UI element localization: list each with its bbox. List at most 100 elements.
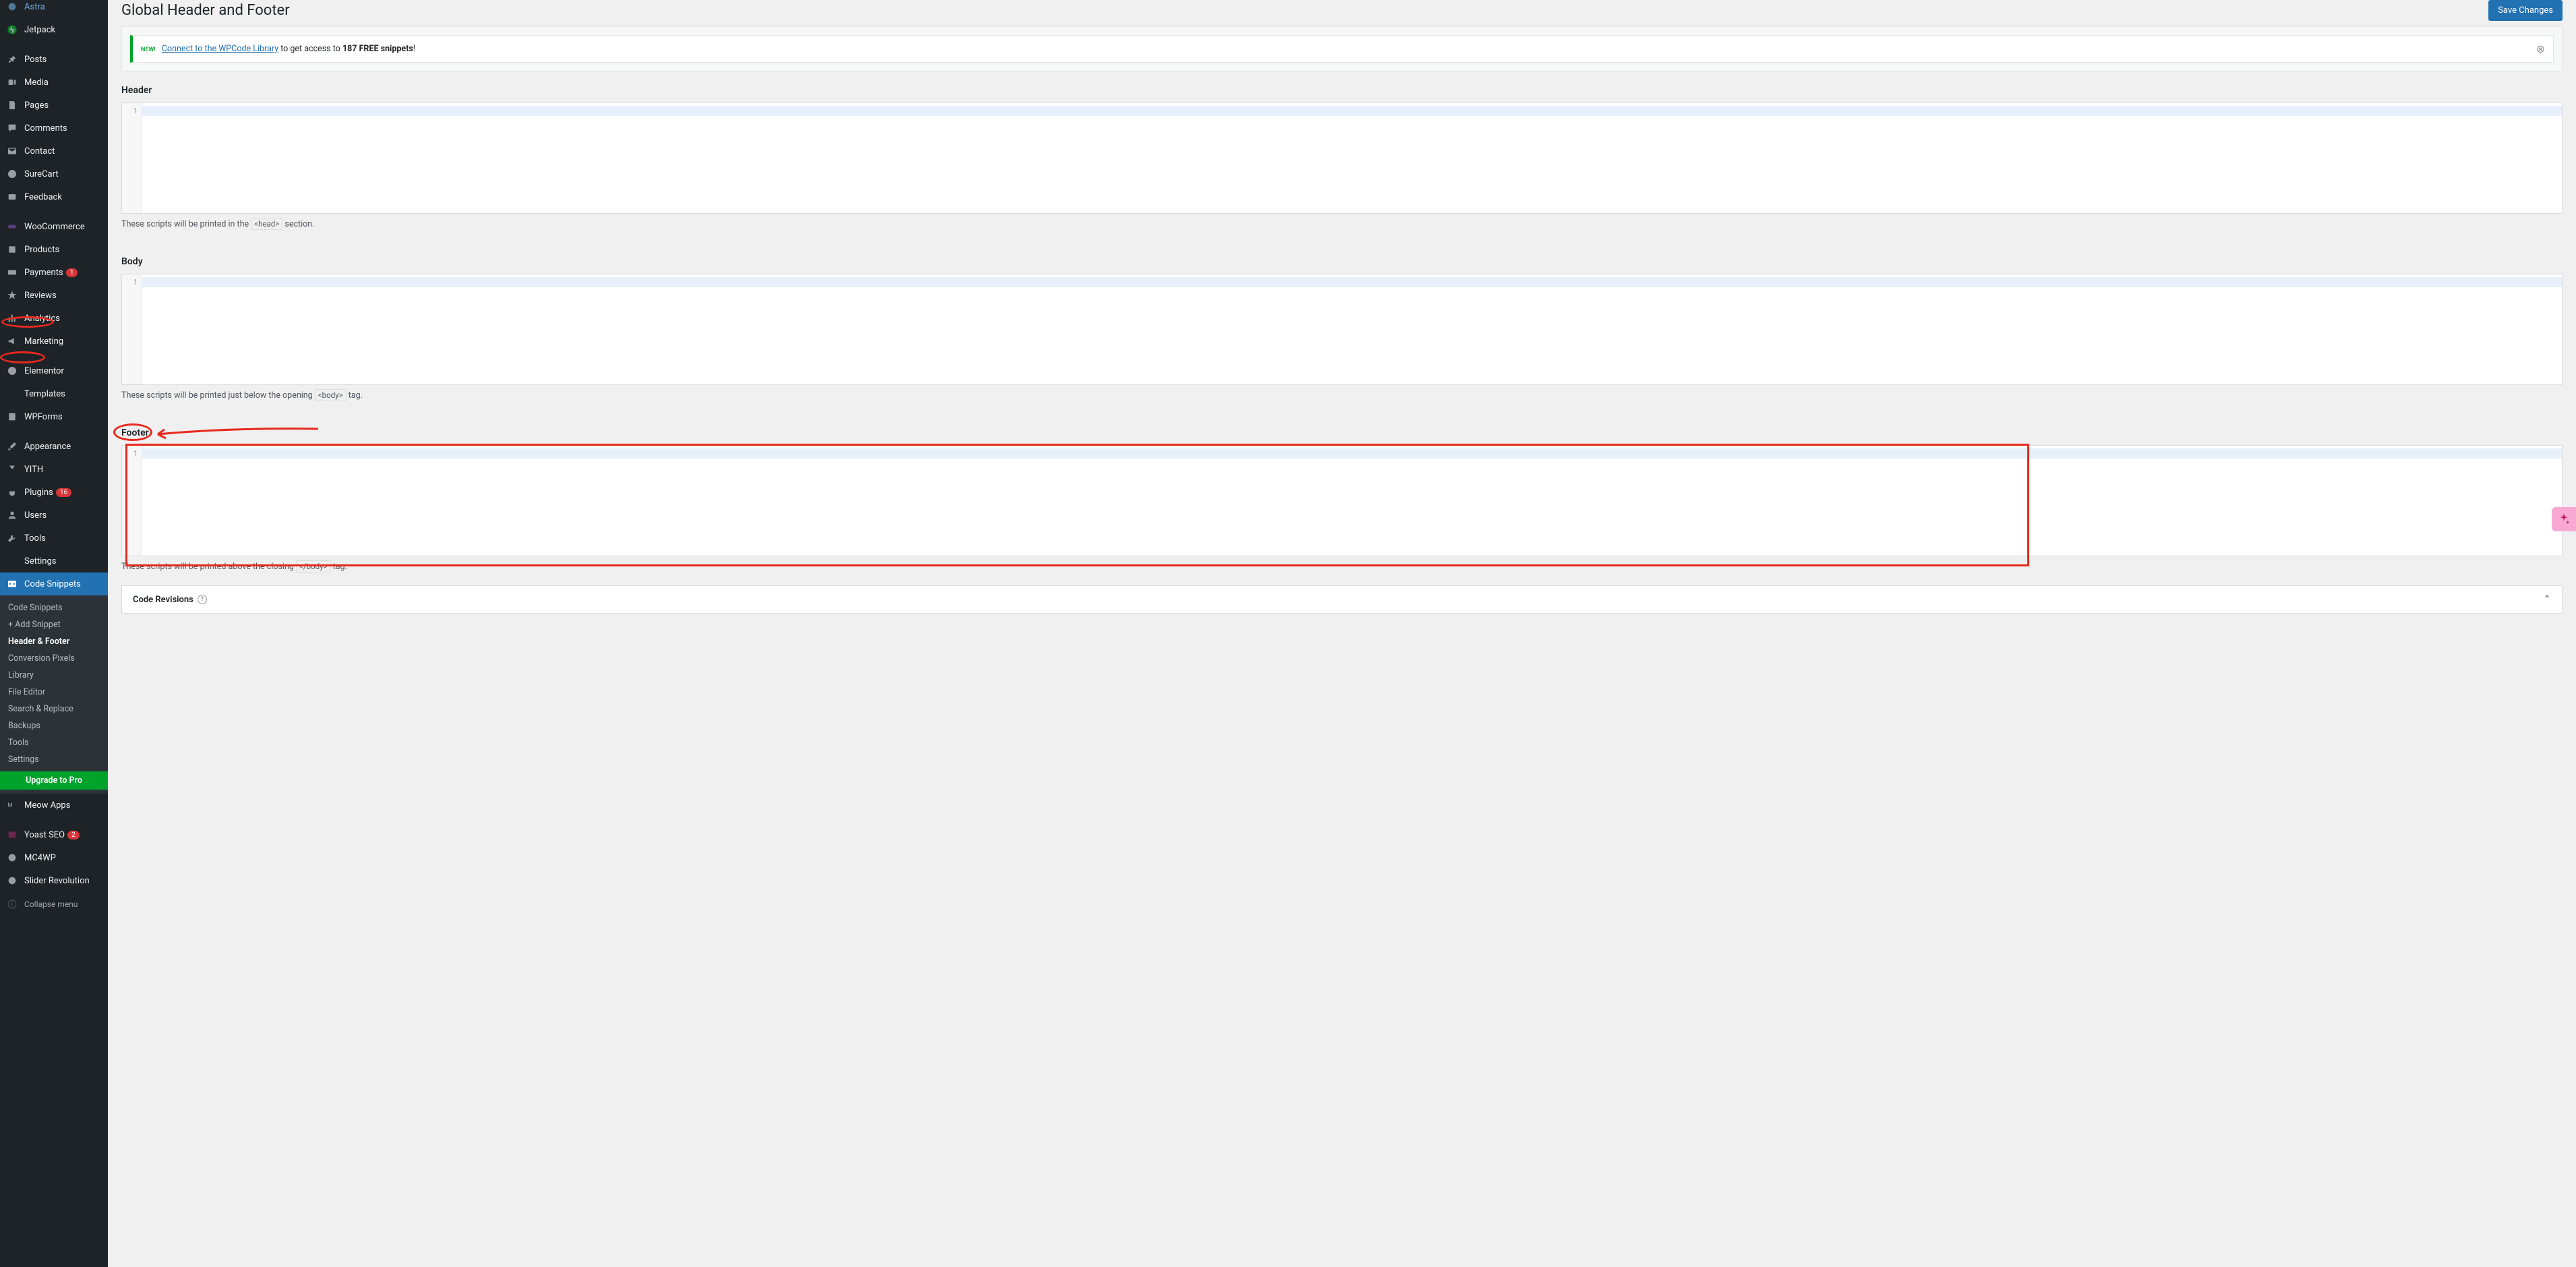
sidebar-item-analytics[interactable]: Analytics: [0, 307, 108, 330]
sidebar-item-appearance[interactable]: Appearance: [0, 435, 108, 458]
submenu-file-editor[interactable]: File Editor: [0, 684, 108, 701]
sidebar-item-label: Media: [24, 78, 49, 88]
sidebar-item-pages[interactable]: Pages: [0, 94, 108, 117]
settings-icon: [5, 554, 19, 568]
sidebar-item-label: Reviews: [24, 291, 57, 301]
astra-icon: [5, 0, 19, 13]
header-help-text: These scripts will be printed in the <he…: [121, 214, 2563, 229]
sidebar-item-settings[interactable]: Settings: [0, 550, 108, 572]
sidebar-item-marketing[interactable]: Marketing: [0, 330, 108, 353]
chevron-up-icon[interactable]: ⌃: [2543, 594, 2551, 605]
submenu-code-snippets[interactable]: Code Snippets: [0, 599, 108, 616]
submenu-tools[interactable]: Tools: [0, 734, 108, 751]
sidebar-item-contact[interactable]: Contact: [0, 140, 108, 163]
header-section: Header 1 These scripts will be printed i…: [121, 71, 2563, 243]
sidebar-item-label: Slider Revolution: [24, 876, 90, 886]
sidebar-item-label: Marketing: [24, 336, 63, 347]
sidebar-item-woocommerce[interactable]: WooCommerce: [0, 215, 108, 238]
sidebar-item-label: Contact: [24, 146, 55, 156]
mail-icon: [5, 144, 19, 158]
body-section-title: Body: [121, 243, 2563, 274]
sidebar-item-label: Jetpack: [24, 25, 55, 35]
analytics-icon: [5, 312, 19, 325]
yith-icon: [5, 463, 19, 476]
sidebar-item-yoast[interactable]: Yoast SEO 2: [0, 823, 108, 846]
body-gutter: 1: [122, 274, 142, 384]
body-code-area[interactable]: [142, 274, 2562, 384]
sidebar-item-yith[interactable]: YITH: [0, 458, 108, 481]
help-icon[interactable]: ?: [198, 595, 207, 604]
sidebar-item-media[interactable]: Media: [0, 71, 108, 94]
sidebar-item-wpforms[interactable]: WPForms: [0, 405, 108, 428]
collapse-icon: [5, 897, 19, 911]
accordion-title: Code Revisions ?: [133, 595, 207, 605]
sidebar-item-plugins[interactable]: Plugins 16: [0, 481, 108, 504]
header-section-title: Header: [121, 71, 2563, 102]
sidebar-item-elementor[interactable]: Elementor: [0, 359, 108, 382]
main-content: Global Header and Footer Save Changes NE…: [108, 0, 2576, 1267]
sidebar-item-mc4wp[interactable]: MC4WP: [0, 846, 108, 869]
sidebar-item-label: Analytics: [24, 314, 60, 324]
sidebar-item-label: Templates: [24, 389, 65, 399]
sidebar-item-tools[interactable]: Tools: [0, 527, 108, 550]
submenu-header-footer[interactable]: Header & Footer: [0, 633, 108, 650]
sidebar-item-feedback[interactable]: Feedback: [0, 185, 108, 208]
submenu-search-replace[interactable]: Search & Replace: [0, 701, 108, 717]
sidebar-item-surecart[interactable]: SureCart: [0, 163, 108, 185]
sidebar-item-users[interactable]: Users: [0, 504, 108, 527]
yoast-badge: 2: [67, 831, 80, 839]
floating-help-button[interactable]: [2552, 507, 2576, 531]
sidebar-item-meow-apps[interactable]: M Meow Apps: [0, 794, 108, 817]
head-tag-code: <head>: [251, 218, 282, 230]
submenu-upgrade-pro[interactable]: Upgrade to Pro: [0, 771, 108, 790]
woo-icon: [5, 220, 19, 233]
header-gutter: 1: [122, 103, 142, 213]
footer-code-editor[interactable]: 1: [121, 445, 2563, 556]
sidebar-item-label: Payments: [24, 268, 63, 278]
sidebar-item-products[interactable]: Products: [0, 238, 108, 261]
plugin-icon: [5, 485, 19, 499]
star-icon: [5, 289, 19, 302]
save-changes-button[interactable]: Save Changes: [2488, 0, 2563, 21]
sidebar-item-label: Tools: [24, 533, 46, 543]
code-revisions-accordion[interactable]: Code Revisions ? ⌃: [121, 585, 2563, 614]
notice-content: NEW! Connect to the WPCode Library to ge…: [141, 44, 415, 54]
marketing-icon: [5, 334, 19, 348]
sidebar-item-slider-revolution[interactable]: Slider Revolution: [0, 869, 108, 892]
sidebar-item-templates[interactable]: Templates: [0, 382, 108, 405]
sidebar-item-label: Feedback: [24, 192, 62, 202]
notice-bold-text: 187 FREE snippets: [342, 44, 413, 54]
sidebar-item-label: Products: [24, 245, 59, 255]
close-notice-icon[interactable]: ⊗: [2536, 42, 2545, 55]
sidebar-item-jetpack[interactable]: Jetpack: [0, 18, 108, 41]
sidebar-item-reviews[interactable]: Reviews: [0, 284, 108, 307]
submenu-library[interactable]: Library: [0, 667, 108, 684]
comment-icon: [5, 121, 19, 135]
body-close-tag-code: </body>: [296, 560, 331, 572]
header-code-area[interactable]: [142, 103, 2562, 213]
slider-icon: [5, 874, 19, 887]
sparkle-icon: [2557, 512, 2571, 526]
body-code-editor[interactable]: 1: [121, 274, 2563, 385]
sidebar-item-astra[interactable]: Astra: [0, 0, 108, 18]
connect-library-link[interactable]: Connect to the WPCode Library: [162, 44, 278, 54]
collapse-label: Collapse menu: [24, 900, 78, 909]
header-code-editor[interactable]: 1: [121, 102, 2563, 214]
sidebar-item-label: Comments: [24, 123, 67, 134]
sidebar-item-comments[interactable]: Comments: [0, 117, 108, 140]
footer-section-title: Footer: [121, 414, 149, 445]
sidebar-item-label: Yoast SEO: [24, 830, 65, 840]
submenu-settings[interactable]: Settings: [0, 751, 108, 768]
submenu-backups[interactable]: Backups: [0, 717, 108, 734]
collapse-menu[interactable]: Collapse menu: [0, 892, 108, 916]
code-icon: [5, 577, 19, 591]
sidebar-item-code-snippets[interactable]: Code Snippets: [0, 572, 108, 595]
elementor-icon: [5, 364, 19, 378]
footer-section: Footer 1 These scripts will be printed a…: [121, 414, 2563, 585]
sidebar-item-posts[interactable]: Posts: [0, 48, 108, 71]
submenu-add-snippet[interactable]: + Add Snippet: [0, 616, 108, 633]
footer-code-area[interactable]: [142, 446, 2562, 556]
sidebar-item-label: Meow Apps: [24, 800, 70, 811]
submenu-conversion-pixels[interactable]: Conversion Pixels: [0, 650, 108, 667]
sidebar-item-payments[interactable]: Payments 1: [0, 261, 108, 284]
